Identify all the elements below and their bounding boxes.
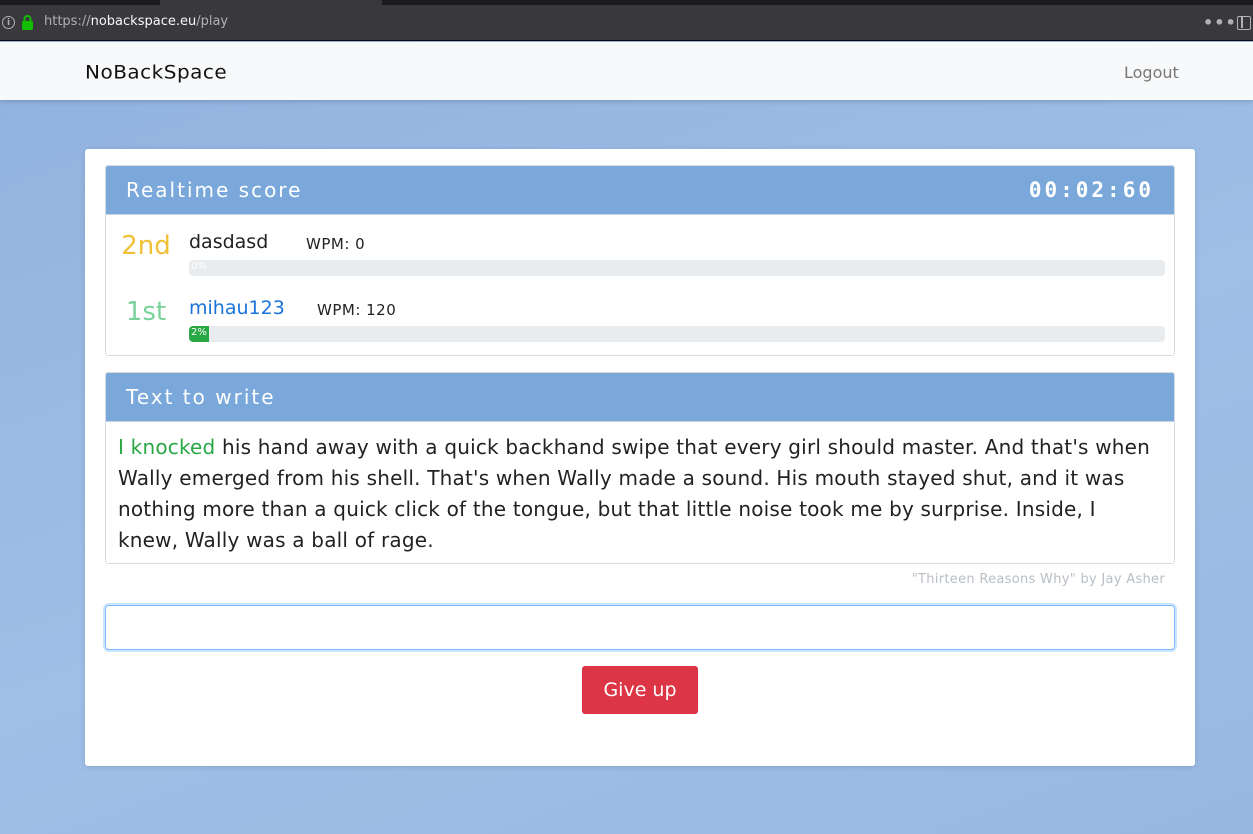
lock-icon	[22, 15, 33, 30]
player-row: 1st mihau123 WPM: 120 2%	[106, 297, 1174, 355]
text-panel-header: Text to write	[106, 373, 1174, 422]
url-host: nobackspace.eu	[90, 14, 197, 29]
player-rank: 1st	[125, 297, 167, 327]
typed-text: I knocked	[118, 435, 216, 459]
url-text[interactable]: https://nobackspace.eu/play	[44, 14, 228, 29]
player-wpm: WPM: 120	[317, 301, 397, 319]
passage-text: I knocked his hand away with a quick bac…	[106, 422, 1174, 563]
typing-input[interactable]	[105, 605, 1175, 650]
sidebar-icon[interactable]	[1237, 16, 1251, 30]
player-wpm: WPM: 0	[306, 235, 366, 253]
score-panel-title: Realtime score	[126, 178, 303, 202]
player-name: dasdasd	[189, 231, 269, 253]
game-card: Realtime score 00:02:60 2nd dasdasd WPM:…	[85, 149, 1195, 766]
url-scheme: https://	[44, 14, 91, 29]
realtime-score-panel: Realtime score 00:02:60 2nd dasdasd WPM:…	[105, 165, 1175, 356]
player-progress-bar: 0%	[189, 260, 1165, 276]
player-row: 2nd dasdasd WPM: 0 0%	[106, 231, 1174, 291]
passage-source: "Thirteen Reasons Why" by Jay Asher	[911, 572, 1165, 587]
browser-url-bar[interactable]: i https://nobackspace.eu/play •••	[0, 5, 1253, 41]
url-path: /play	[196, 14, 229, 29]
text-to-write-panel: Text to write I knocked his hand away wi…	[105, 372, 1175, 564]
logout-link[interactable]: Logout	[1124, 63, 1179, 82]
player-rank: 2nd	[121, 231, 171, 261]
remaining-text: his hand away with a quick backhand swip…	[118, 435, 1151, 552]
player-progress-label: 0%	[191, 261, 207, 272]
player-progress-bar: 2%	[189, 326, 1165, 342]
score-panel-header: Realtime score 00:02:60	[106, 166, 1174, 215]
info-icon[interactable]: i	[2, 16, 15, 29]
text-panel-title: Text to write	[126, 385, 276, 409]
player-progress-label: 2%	[191, 327, 207, 338]
timer: 00:02:60	[1028, 178, 1154, 202]
give-up-button[interactable]: Give up	[582, 666, 698, 714]
site-navbar: NoBackSpace Logout	[0, 42, 1253, 100]
player-name: mihau123	[189, 297, 285, 319]
brand-logo[interactable]: NoBackSpace	[85, 61, 227, 84]
more-actions-icon[interactable]: •••	[1203, 13, 1237, 32]
